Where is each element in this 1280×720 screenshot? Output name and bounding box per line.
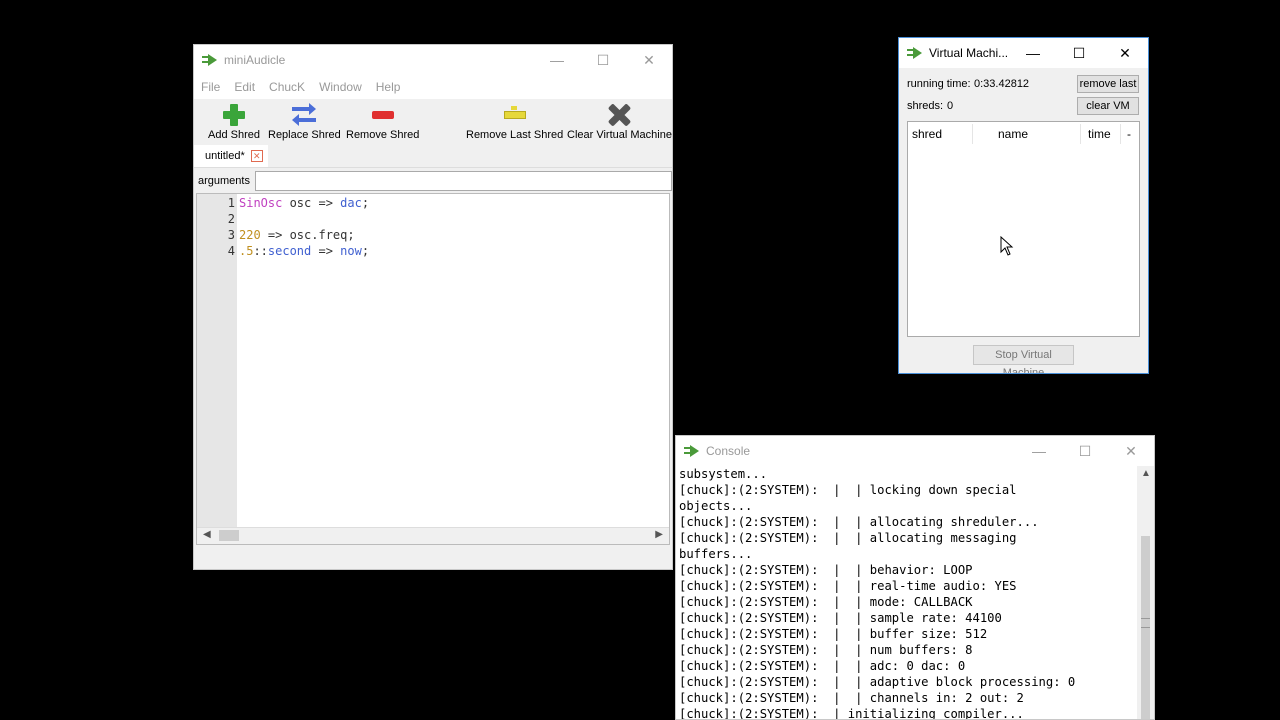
scroll-up-icon[interactable]: ▲	[1141, 468, 1151, 479]
console-line: [chuck]:(2:SYSTEM): | | num buffers: 8	[679, 643, 973, 657]
maximize-button[interactable]: ☐	[1056, 38, 1102, 68]
scroll-right-icon[interactable]: ▶	[655, 529, 663, 540]
console-line: [chuck]:(2:SYSTEM): | | locking down spe…	[679, 483, 1017, 497]
scroll-thumb[interactable]	[1141, 536, 1150, 719]
clear-vm-button[interactable]: Clear Virtual Machine	[567, 103, 672, 141]
clear-vm-small-button[interactable]: clear VM	[1077, 97, 1139, 115]
console-line: [chuck]:(2:SYSTEM): | initializing compi…	[679, 707, 1024, 720]
code-line[interactable]: SinOsc osc => dac;	[239, 196, 369, 210]
line-number: 1	[227, 196, 235, 210]
shred-list[interactable]: shred name time -	[907, 121, 1140, 337]
mouse-cursor-icon	[1000, 236, 1014, 256]
chuck-logo-icon	[684, 445, 700, 457]
replace-shred-button[interactable]: Replace Shred	[268, 103, 341, 141]
shreds-label: shreds:	[907, 100, 944, 112]
remove-minus-icon	[371, 111, 394, 119]
scroll-left-icon[interactable]: ◀	[203, 529, 211, 540]
tab-label: untitled*	[205, 150, 245, 162]
remove-last-shred-button[interactable]: Remove Last Shred	[466, 103, 563, 141]
menu-chuck[interactable]: ChucK	[269, 80, 305, 94]
virtual-machine-window: Virtual Machi... — ☐ ✕ running time: 0:3…	[898, 37, 1149, 374]
maximize-button[interactable]: ☐	[580, 45, 626, 75]
menu-bar: File Edit ChucK Window Help	[194, 75, 672, 99]
console-line: buffers...	[679, 547, 753, 561]
add-shred-button[interactable]: Add Shred	[208, 103, 260, 141]
menu-window[interactable]: Window	[319, 80, 362, 94]
column-shred[interactable]: shred	[912, 127, 942, 141]
miniaudicle-titlebar[interactable]: miniAudicle — ☐ ✕	[194, 45, 672, 75]
close-button[interactable]: ✕	[1102, 38, 1148, 68]
running-time-label: running time:	[907, 78, 971, 90]
clear-x-icon	[608, 104, 630, 126]
console-titlebar[interactable]: Console — ☐ ✕	[676, 436, 1154, 466]
column-extra[interactable]: -	[1127, 127, 1131, 141]
console-line: [chuck]:(2:SYSTEM): | | buffer size: 512	[679, 627, 988, 641]
minimize-button[interactable]: —	[1010, 38, 1056, 68]
close-button[interactable]: ✕	[626, 45, 672, 75]
shreds-count: 0	[947, 100, 954, 112]
line-number-gutter: 1 2 3 4	[197, 194, 237, 530]
window-title: miniAudicle	[224, 53, 286, 67]
console-line: subsystem...	[679, 467, 768, 481]
replace-shred-label: Replace Shred	[268, 129, 341, 141]
minimize-button[interactable]: —	[534, 45, 580, 75]
clear-vm-label: Clear Virtual Machine	[567, 129, 672, 141]
scroll-thumb[interactable]	[219, 530, 239, 541]
remove-last-icon	[503, 106, 526, 119]
miniaudicle-window: miniAudicle — ☐ ✕ File Edit ChucK Window…	[193, 44, 673, 570]
vertical-scrollbar[interactable]: ▲	[1137, 466, 1154, 719]
arguments-row: arguments	[194, 168, 672, 194]
document-tabs: untitled* ✕	[194, 145, 672, 168]
arguments-input[interactable]	[254, 171, 672, 191]
console-line: [chuck]:(2:SYSTEM): | | allocating messa…	[679, 531, 1017, 545]
minimize-button[interactable]: —	[1016, 436, 1062, 466]
running-time-value: 0:33.42812	[974, 78, 1030, 90]
tab-untitled[interactable]: untitled* ✕	[194, 145, 268, 167]
window-title: Virtual Machi...	[929, 46, 1009, 60]
console-line: [chuck]:(2:SYSTEM): | | allocating shred…	[679, 515, 1039, 529]
toolbar: Add Shred Replace Shred Remove Shred Rem…	[194, 99, 672, 145]
console-line: [chuck]:(2:SYSTEM): | | adaptive block p…	[679, 675, 1076, 689]
console-line: objects...	[679, 499, 753, 513]
column-name[interactable]: name	[998, 127, 1028, 141]
remove-shred-button[interactable]: Remove Shred	[346, 103, 419, 141]
maximize-button[interactable]: ☐	[1062, 436, 1108, 466]
console-line: [chuck]:(2:SYSTEM): | | behavior: LOOP	[679, 563, 973, 577]
code-line[interactable]: .5::second => now;	[239, 244, 369, 258]
remove-shred-label: Remove Shred	[346, 129, 420, 141]
line-number: 2	[227, 212, 235, 226]
window-title: Console	[706, 444, 751, 458]
replace-arrows-icon	[292, 103, 317, 126]
remove-last-shred-label: Remove Last Shred	[466, 129, 564, 141]
code-editor[interactable]: 1 2 3 4 SinOsc osc => dac; 220 => osc.freq;.…	[196, 193, 670, 545]
console-window: Console — ☐ ✕ subsystem... [chuck]:(2:SYS…	[675, 435, 1155, 720]
remove-last-button[interactable]: remove last	[1077, 75, 1139, 93]
menu-help[interactable]: Help	[376, 80, 401, 94]
console-line: [chuck]:(2:SYSTEM): | | real-time audio:…	[679, 579, 1017, 593]
line-number: 3	[227, 228, 235, 242]
add-plus-icon	[222, 104, 245, 126]
console-line: [chuck]:(2:SYSTEM): | | sample rate: 441…	[679, 611, 1002, 625]
console-line: [chuck]:(2:SYSTEM): | | channels in: 2 o…	[679, 691, 1024, 705]
chuck-logo-icon	[202, 54, 218, 66]
line-number: 4	[227, 244, 235, 258]
vm-titlebar[interactable]: Virtual Machi... — ☐ ✕	[899, 38, 1148, 68]
close-button[interactable]: ✕	[1108, 436, 1154, 466]
menu-file[interactable]: File	[201, 80, 220, 94]
console-line: [chuck]:(2:SYSTEM): | | mode: CALLBACK	[679, 595, 973, 609]
horizontal-scrollbar[interactable]: ◀ ▶	[197, 527, 669, 544]
tab-close-icon[interactable]: ✕	[250, 150, 263, 162]
menu-edit[interactable]: Edit	[234, 80, 255, 94]
stop-vm-button[interactable]: Stop Virtual Machine	[973, 345, 1074, 373]
console-output[interactable]: subsystem... [chuck]:(2:SYSTEM): | | lock…	[679, 466, 1137, 720]
column-time[interactable]: time	[1088, 127, 1111, 141]
code-line[interactable]: 220 => osc.freq;	[239, 228, 355, 242]
chuck-logo-icon	[907, 47, 923, 59]
arguments-label: arguments	[198, 175, 250, 187]
console-line: [chuck]:(2:SYSTEM): | | adc: 0 dac: 0	[679, 659, 966, 673]
add-shred-label: Add Shred	[208, 129, 260, 141]
